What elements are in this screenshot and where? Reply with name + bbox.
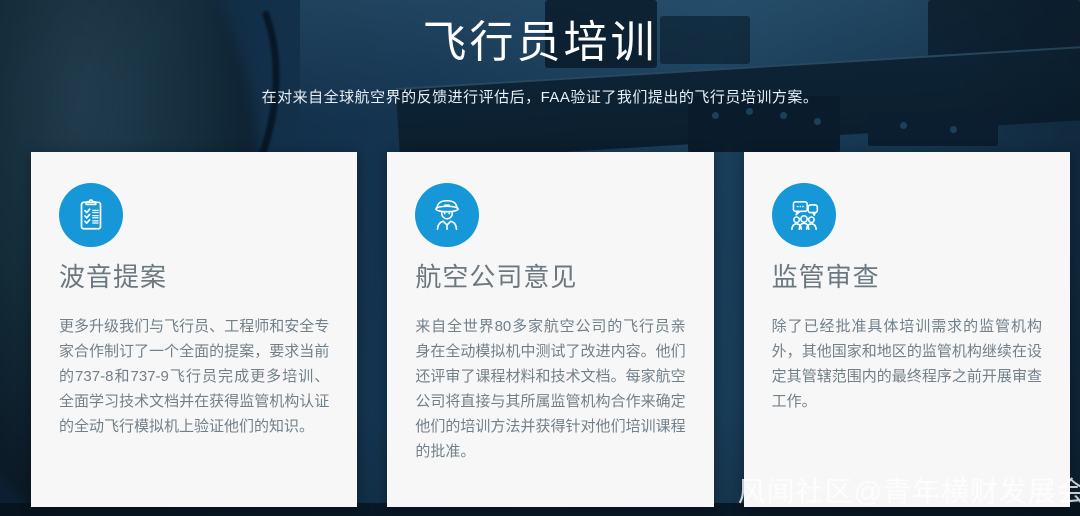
page-title: 飞行员培训 xyxy=(422,18,658,67)
card-regulatory-review: 监管审查 除了已经批准具体培训需求的监管机构外，其他国家和地区的监管机构继续在设… xyxy=(743,152,1070,507)
cards-row: 波音提案 更多升级我们与飞行员、工程师和安全专家合作制订了一个全面的提案，要求当… xyxy=(31,152,1070,507)
clipboard-checklist-icon xyxy=(59,183,123,247)
card-title: 航空公司意见 xyxy=(415,262,578,292)
card-title: 波音提案 xyxy=(59,262,168,292)
pilot-training-page: 飞行员培训 在对来自全球航空界的反馈进行评估后，FAA验证了我们提出的飞行员培训… xyxy=(0,0,1080,516)
card-airline-feedback: 航空公司意见 来自全世界80多家航空公司的飞行员亲身在全动模拟机中测试了改进内容… xyxy=(387,152,714,507)
card-boeing-proposal: 波音提案 更多升级我们与飞行员、工程师和安全专家合作制订了一个全面的提案，要求当… xyxy=(31,152,358,507)
group-discussion-icon xyxy=(771,183,836,247)
pilot-icon xyxy=(415,183,480,247)
card-title: 监管审查 xyxy=(771,262,880,292)
page-subtitle: 在对来自全球航空界的反馈进行评估后，FAA验证了我们提出的飞行员培训方案。 xyxy=(261,89,819,106)
card-body: 来自全世界80多家航空公司的飞行员亲身在全动模拟机中测试了改进内容。他们还评审了… xyxy=(415,318,686,460)
card-body: 更多升级我们与飞行员、工程师和安全专家合作制订了一个全面的提案，要求当前的737… xyxy=(59,318,330,435)
card-body: 除了已经批准具体培训需求的监管机构外，其他国家和地区的监管机构继续在设定其管辖范… xyxy=(771,318,1042,410)
watermark: 风闻社区@青年横财发展会 xyxy=(737,476,1080,507)
